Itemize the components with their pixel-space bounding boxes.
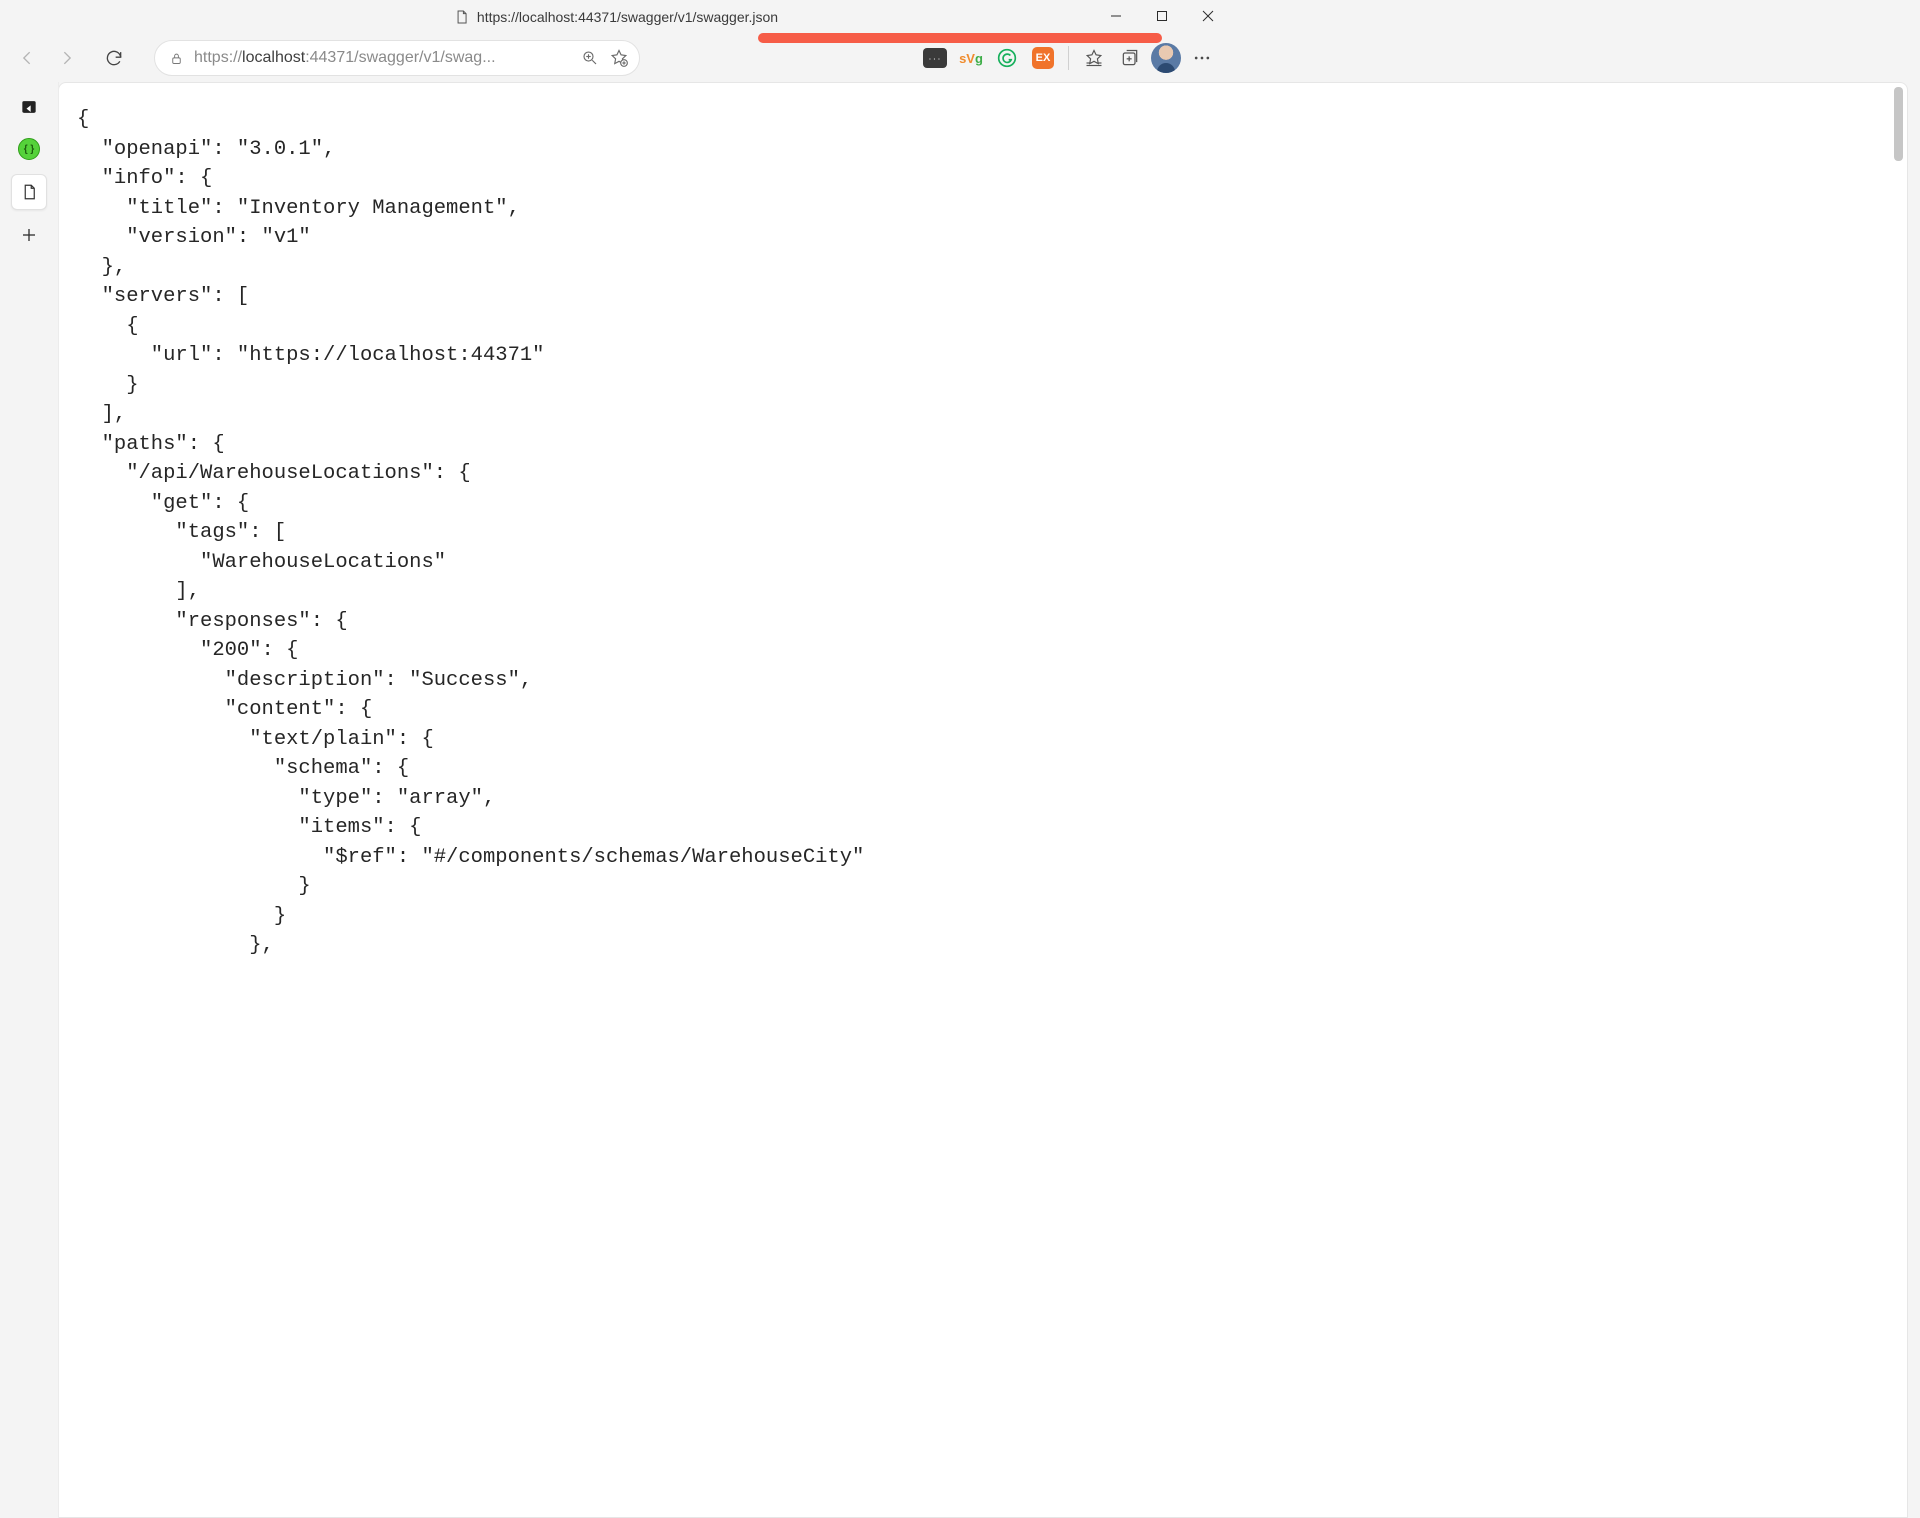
favorites-button[interactable] <box>1077 41 1111 75</box>
vertical-tabs-sidebar: { } <box>0 82 59 1518</box>
toolbar-divider <box>1068 46 1069 70</box>
scrollbar[interactable] <box>1892 85 1905 1515</box>
page-content: { "openapi": "3.0.1", "info": { "title":… <box>58 82 1908 1518</box>
tab-title-text: https://localhost:44371/swagger/v1/swagg… <box>477 9 778 25</box>
address-bar[interactable]: https://localhost:44371/swagger/v1/swag.… <box>154 40 640 76</box>
svg-extension-icon[interactable]: sVg <box>954 41 988 75</box>
new-tab-button[interactable] <box>12 218 46 252</box>
lastpass-extension-icon[interactable]: • • • <box>918 41 952 75</box>
close-button[interactable] <box>1185 0 1231 32</box>
file-icon <box>453 9 469 25</box>
forward-button[interactable] <box>48 40 84 76</box>
tab-title[interactable]: https://localhost:44371/swagger/v1/swagg… <box>453 9 778 25</box>
svg-extension-label: sVg <box>959 51 983 66</box>
json-extension-icon: { } <box>18 138 40 160</box>
collections-button[interactable] <box>1113 41 1147 75</box>
json-body[interactable]: { "openapi": "3.0.1", "info": { "title":… <box>59 83 1907 1361</box>
ex-extension-icon[interactable]: EX <box>1026 41 1060 75</box>
minimize-button[interactable] <box>1093 0 1139 32</box>
more-menu-button[interactable] <box>1185 41 1219 75</box>
avatar-image <box>1151 43 1181 73</box>
file-icon <box>20 183 38 201</box>
refresh-button[interactable] <box>96 40 132 76</box>
window-titlebar: https://localhost:44371/swagger/v1/swagg… <box>0 0 1231 34</box>
address-text: https://localhost:44371/swagger/v1/swag.… <box>194 49 571 67</box>
window-controls <box>1093 0 1231 32</box>
title-highlight-underline <box>758 33 1162 43</box>
grammarly-extension-icon[interactable] <box>990 41 1024 75</box>
zoom-icon[interactable] <box>581 49 599 67</box>
maximize-button[interactable] <box>1139 0 1185 32</box>
sidebar-tab-2[interactable]: { } <box>12 132 46 166</box>
sidebar-tab-1[interactable] <box>12 90 46 124</box>
back-button[interactable] <box>10 40 46 76</box>
profile-avatar[interactable] <box>1149 41 1183 75</box>
favorite-icon[interactable] <box>609 48 629 68</box>
lock-icon <box>169 51 184 66</box>
sidebar-tab-current[interactable] <box>11 174 47 210</box>
scrollbar-thumb[interactable] <box>1894 87 1903 161</box>
